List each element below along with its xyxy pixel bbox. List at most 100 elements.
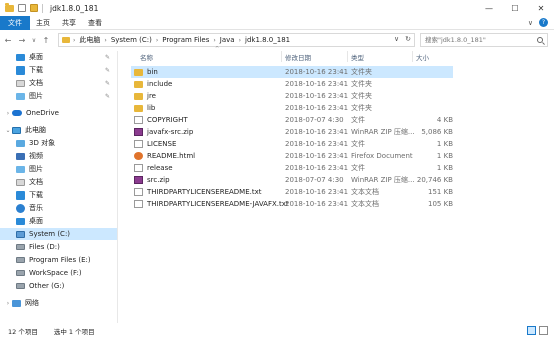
file-icon	[134, 116, 143, 124]
sidebar-item-videos[interactable]: 视频	[16, 150, 116, 162]
drive-icon	[16, 270, 25, 276]
file-row[interactable]: src.zip 2018-07-07 4:30 WinRAR ZIP 压缩...…	[131, 174, 453, 186]
file-date: 2018-10-16 23:41	[285, 127, 349, 136]
sidebar-item-downloads[interactable]: 下载	[16, 189, 116, 201]
column-header-size[interactable]: 大小	[416, 52, 429, 62]
sidebar-item-label: Other (G:)	[29, 282, 65, 290]
ribbon-tabs: 文件 主页 共享 查看 ∨ ?	[0, 15, 554, 30]
file-row[interactable]: LICENSE 2018-10-16 23:41 文件 1 KB	[131, 138, 453, 150]
sidebar-item-network[interactable]: › 网络	[4, 297, 116, 309]
sidebar-item-label: 视频	[29, 152, 43, 160]
sidebar-item-label: 图片	[29, 92, 43, 100]
sidebar-item-workspace-f[interactable]: WorkSpace (F:)	[16, 267, 116, 279]
chevron-right-icon: ›	[155, 36, 159, 44]
sidebar-item-label: 下载	[29, 191, 43, 199]
tab-view[interactable]: 查看	[82, 16, 108, 30]
navigation-bar: ← → ∨ ↑ › 此电脑 › System (C:) › Program Fi…	[0, 31, 554, 49]
breadcrumb-jdk[interactable]: jdk1.8.0_181	[245, 36, 290, 44]
title-bar: jdk1.8.0_181 — ☐ ✕	[0, 0, 554, 16]
sidebar-item-desktop-pinned[interactable]: 桌面 ✎	[16, 51, 116, 63]
sidebar-item-music[interactable]: 音乐	[16, 202, 116, 214]
file-row[interactable]: jre 2018-10-16 23:41 文件夹	[131, 90, 453, 102]
refresh-icon[interactable]: ↻	[405, 35, 411, 43]
breadcrumb-java[interactable]: Java	[220, 36, 235, 44]
file-row[interactable]: THIRDPARTYLICENSEREADME.txt 2018-10-16 2…	[131, 186, 453, 198]
recent-locations-button[interactable]: ∨	[30, 34, 38, 46]
sidebar-item-documents-pinned[interactable]: 文档 ✎	[16, 77, 116, 89]
pin-icon: ✎	[104, 66, 110, 74]
expand-arrow-icon[interactable]: ›	[4, 300, 12, 307]
file-size: 5,086 KB	[421, 127, 453, 136]
file-date: 2018-10-16 23:41	[285, 187, 349, 196]
sidebar-item-label: 文档	[29, 79, 43, 87]
search-icon[interactable]	[537, 37, 543, 43]
close-button[interactable]: ✕	[528, 0, 554, 16]
file-row[interactable]: lib 2018-10-16 23:41 文件夹	[131, 102, 453, 114]
tab-share[interactable]: 共享	[56, 16, 82, 30]
sidebar-item-downloads-pinned[interactable]: 下载 ✎	[16, 64, 116, 76]
sidebar-item-files-d[interactable]: Files (D:)	[16, 241, 116, 253]
sidebar-item-pictures[interactable]: 图片	[16, 163, 116, 175]
tab-home[interactable]: 主页	[30, 16, 56, 30]
file-name: release	[147, 163, 173, 172]
forward-button[interactable]: →	[16, 34, 28, 46]
minimize-button[interactable]: —	[476, 0, 502, 16]
expand-arrow-icon[interactable]: ⌄	[4, 127, 12, 134]
column-header-date[interactable]: 修改日期	[285, 52, 311, 62]
folder-icon	[62, 37, 70, 43]
file-name: include	[147, 79, 173, 88]
file-row[interactable]: javafx-src.zip 2018-10-16 23:41 WinRAR Z…	[131, 126, 453, 138]
sidebar-item-this-pc[interactable]: ⌄ 此电脑	[4, 124, 116, 136]
breadcrumb-this-pc[interactable]: 此电脑	[79, 35, 100, 45]
item-count: 12 个项目	[8, 327, 38, 336]
expand-ribbon-icon[interactable]: ∨	[528, 19, 533, 27]
search-box[interactable]	[420, 33, 548, 47]
expand-arrow-icon[interactable]: ›	[4, 110, 12, 117]
up-button[interactable]: ↑	[40, 34, 52, 46]
file-size: 20,746 KB	[416, 175, 453, 184]
new-folder-icon[interactable]	[30, 4, 38, 12]
file-size: 105 KB	[428, 199, 453, 208]
column-divider[interactable]	[281, 51, 282, 62]
back-button[interactable]: ←	[2, 34, 14, 46]
file-date: 2018-10-16 23:41	[285, 79, 349, 88]
file-row[interactable]: COPYRIGHT 2018-07-07 4:30 文件 4 KB	[131, 114, 453, 126]
winrar-archive-icon	[134, 176, 143, 184]
sidebar-item-other-g[interactable]: Other (G:)	[16, 280, 116, 292]
column-header-name[interactable]: 名称	[140, 52, 153, 62]
breadcrumb-system-c[interactable]: System (C:)	[111, 36, 152, 44]
sidebar-item-pictures-pinned[interactable]: 图片 ✎	[16, 90, 116, 102]
file-size: 1 KB	[436, 139, 453, 148]
file-row[interactable]: include 2018-10-16 23:41 文件夹	[131, 78, 453, 90]
tab-file[interactable]: 文件	[0, 15, 30, 30]
file-row[interactable]: THIRDPARTYLICENSEREADME-JAVAFX.txt 2018-…	[131, 198, 453, 210]
column-divider[interactable]	[412, 51, 413, 62]
sidebar-item-system-c[interactable]: System (C:)	[0, 228, 117, 240]
drive-icon	[16, 257, 25, 263]
properties-icon[interactable]	[18, 4, 26, 12]
help-icon[interactable]: ?	[539, 18, 548, 27]
folder-icon	[134, 104, 143, 112]
address-dropdown-icon[interactable]: ∨	[394, 35, 399, 43]
sidebar-item-3d-objects[interactable]: 3D 对象	[16, 137, 116, 149]
file-row[interactable]: release 2018-10-16 23:41 文件 1 KB	[131, 162, 453, 174]
sidebar-item-label: 下载	[29, 66, 43, 74]
sidebar-item-label: 桌面	[29, 217, 43, 225]
sidebar-item-documents[interactable]: 文档	[16, 176, 116, 188]
breadcrumb-program-files[interactable]: Program Files	[162, 36, 209, 44]
file-row[interactable]: bin 2018-10-16 23:41 文件夹	[131, 66, 453, 78]
sidebar-item-onedrive[interactable]: › OneDrive	[4, 107, 116, 119]
chevron-right-icon: ›	[213, 36, 216, 44]
sidebar-item-desktop[interactable]: 桌面	[16, 215, 116, 227]
address-bar[interactable]: › 此电脑 › System (C:) › Program Files › Ja…	[58, 33, 415, 47]
file-row[interactable]: README.html 2018-10-16 23:41 Firefox Doc…	[131, 150, 453, 162]
sidebar-item-label: WorkSpace (F:)	[29, 269, 82, 277]
large-icons-view-icon[interactable]	[539, 326, 548, 335]
column-divider[interactable]	[347, 51, 348, 62]
sidebar-item-program-files-e[interactable]: Program Files (E:)	[16, 254, 116, 266]
details-view-icon[interactable]	[527, 326, 536, 335]
pictures-icon	[16, 92, 25, 100]
column-header-type[interactable]: 类型	[351, 52, 364, 62]
search-input[interactable]	[425, 36, 530, 44]
maximize-button[interactable]: ☐	[502, 0, 528, 16]
